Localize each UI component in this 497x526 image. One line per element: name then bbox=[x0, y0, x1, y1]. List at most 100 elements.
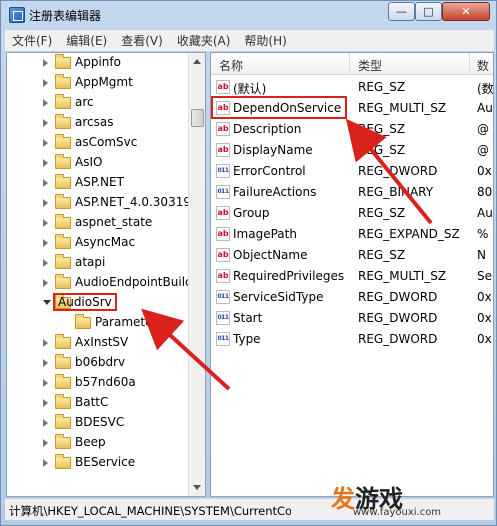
value-data: 0x bbox=[477, 290, 492, 304]
value-row[interactable]: ab Group REG_SZ Au bbox=[211, 203, 493, 224]
watermark-title-first: 发 bbox=[331, 485, 355, 513]
tree-item[interactable]: BattC bbox=[7, 393, 189, 413]
expand-arrow-icon[interactable] bbox=[43, 399, 48, 407]
value-name: ImagePath bbox=[233, 227, 297, 241]
tree-item-label: aspnet_state bbox=[75, 215, 153, 229]
folder-icon bbox=[55, 454, 71, 469]
folder-icon bbox=[55, 174, 71, 189]
expand-arrow-icon[interactable] bbox=[43, 459, 48, 467]
tree-item[interactable]: AxInstSV bbox=[7, 333, 189, 353]
menu-help[interactable]: 帮助(H) bbox=[237, 32, 293, 49]
tree-item-label: arc bbox=[75, 95, 94, 109]
expand-arrow-icon[interactable] bbox=[43, 419, 48, 427]
column-data[interactable]: 数 bbox=[477, 57, 489, 74]
value-row[interactable]: 011 Start REG_DWORD 0x bbox=[211, 308, 493, 329]
expand-arrow-icon[interactable] bbox=[43, 79, 48, 87]
tree-item[interactable]: AudioSrv bbox=[7, 293, 189, 313]
column-divider[interactable] bbox=[349, 53, 350, 75]
key-tree-pane: Appinfo AppMgmt arc arcsas asComSvc AsIO ASP.N… bbox=[6, 52, 206, 497]
close-button[interactable]: ✕ bbox=[442, 2, 490, 21]
collapse-arrow-icon[interactable] bbox=[43, 300, 51, 305]
expand-arrow-icon[interactable] bbox=[43, 159, 48, 167]
value-row[interactable]: 011 FailureActions REG_BINARY 80 bbox=[211, 182, 493, 203]
tree-item[interactable]: Parameters bbox=[7, 313, 189, 333]
tree-item[interactable]: AsIO bbox=[7, 153, 189, 173]
expand-arrow-icon[interactable] bbox=[43, 279, 48, 287]
menu-favorites[interactable]: 收藏夹(A) bbox=[170, 32, 238, 49]
tree-item[interactable]: AudioEndpointBuilc bbox=[7, 273, 192, 293]
value-data: @ bbox=[477, 143, 489, 157]
value-row[interactable]: 011 ServiceSidType REG_DWORD 0x bbox=[211, 287, 493, 308]
menu-edit[interactable]: 编辑(E) bbox=[59, 32, 114, 49]
expand-arrow-icon[interactable] bbox=[43, 239, 48, 247]
expand-arrow-icon[interactable] bbox=[43, 259, 48, 267]
column-divider[interactable] bbox=[469, 53, 470, 75]
menu-view[interactable]: 查看(V) bbox=[114, 32, 170, 49]
menu-file[interactable]: 文件(F) bbox=[5, 32, 59, 49]
expand-arrow-icon[interactable] bbox=[43, 139, 48, 147]
tree-item[interactable]: BEService bbox=[7, 453, 189, 473]
folder-icon bbox=[55, 354, 71, 369]
scroll-down-icon[interactable] bbox=[193, 485, 201, 490]
tree-item[interactable]: atapi bbox=[7, 253, 189, 273]
expand-arrow-icon[interactable] bbox=[43, 99, 48, 107]
expand-arrow-icon[interactable] bbox=[43, 359, 48, 367]
tree-item[interactable]: asComSvc bbox=[7, 133, 189, 153]
value-name: Start bbox=[233, 311, 263, 325]
value-data: Se bbox=[477, 269, 492, 283]
folder-icon bbox=[55, 154, 71, 169]
value-name: ServiceSidType bbox=[233, 290, 324, 304]
expand-arrow-icon[interactable] bbox=[43, 439, 48, 447]
scroll-thumb[interactable] bbox=[191, 109, 204, 127]
folder-icon bbox=[55, 414, 71, 429]
tree-item[interactable]: aspnet_state bbox=[7, 213, 189, 233]
expand-arrow-icon[interactable] bbox=[43, 119, 48, 127]
minimize-button[interactable]: — bbox=[388, 2, 415, 21]
value-row[interactable]: ab DisplayName REG_SZ @ bbox=[211, 140, 493, 161]
column-name[interactable]: 名称 bbox=[219, 57, 243, 74]
tree-item-label: AsIO bbox=[75, 155, 103, 169]
expand-arrow-icon[interactable] bbox=[43, 59, 48, 67]
tree-item[interactable]: b57nd60a bbox=[7, 373, 189, 393]
folder-icon bbox=[55, 54, 71, 69]
value-row[interactable]: ab (默认) REG_SZ (数 bbox=[211, 77, 494, 98]
tree-item-label: atapi bbox=[75, 255, 106, 269]
binary-value-icon: 011 bbox=[216, 290, 230, 304]
folder-icon bbox=[55, 134, 71, 149]
registry-editor-window: 注册表编辑器 — □ ✕ 文件(F) 编辑(E) 查看(V) 收藏夹(A) 帮助… bbox=[0, 0, 497, 526]
tree-item[interactable]: AsyncMac bbox=[7, 233, 189, 253]
expand-arrow-icon[interactable] bbox=[43, 179, 48, 187]
column-type[interactable]: 类型 bbox=[358, 57, 382, 74]
string-value-icon: ab bbox=[216, 122, 230, 136]
value-data: (数 bbox=[477, 82, 494, 96]
expand-arrow-icon[interactable] bbox=[43, 219, 48, 227]
tree-item[interactable]: arcsas bbox=[7, 113, 189, 133]
tree-item[interactable]: AppMgmt bbox=[7, 73, 189, 93]
string-value-icon: ab bbox=[216, 80, 230, 94]
expand-arrow-icon[interactable] bbox=[43, 379, 48, 387]
watermark-url: www.fayouxi.com bbox=[353, 507, 442, 518]
tree-item[interactable]: ASP.NET bbox=[7, 173, 189, 193]
binary-value-icon: 011 bbox=[216, 185, 230, 199]
expand-arrow-icon[interactable] bbox=[43, 199, 48, 207]
tree-item[interactable]: arc bbox=[7, 93, 189, 113]
folder-icon bbox=[55, 254, 71, 269]
tree-item[interactable]: Beep bbox=[7, 433, 189, 453]
tree-item[interactable]: ASP.NET_4.0.30319 bbox=[7, 193, 191, 213]
value-row[interactable]: ab RequiredPrivileges REG_MULTI_SZ Se bbox=[211, 266, 493, 287]
tree-scrollbar[interactable] bbox=[188, 53, 205, 496]
maximize-button[interactable]: □ bbox=[415, 2, 442, 21]
value-row[interactable]: 011 Type REG_DWORD 0x bbox=[211, 329, 493, 350]
binary-value-icon: 011 bbox=[216, 311, 230, 325]
value-row[interactable]: ab ImagePath REG_EXPAND_SZ% bbox=[211, 224, 493, 245]
value-row[interactable]: 011 ErrorControl REG_DWORD 0x bbox=[211, 161, 493, 182]
value-type: REG_SZ bbox=[358, 206, 406, 220]
value-row[interactable]: ab ObjectName REG_SZ N bbox=[211, 245, 493, 266]
tree-item[interactable]: b06bdrv bbox=[7, 353, 189, 373]
value-data: 0x bbox=[477, 311, 492, 325]
value-row[interactable]: ab Description REG_SZ @ bbox=[211, 119, 493, 140]
tree-item[interactable]: Appinfo bbox=[7, 53, 189, 73]
expand-arrow-icon[interactable] bbox=[43, 339, 48, 347]
scroll-up-icon[interactable] bbox=[193, 59, 201, 64]
tree-item[interactable]: BDESVC bbox=[7, 413, 189, 433]
